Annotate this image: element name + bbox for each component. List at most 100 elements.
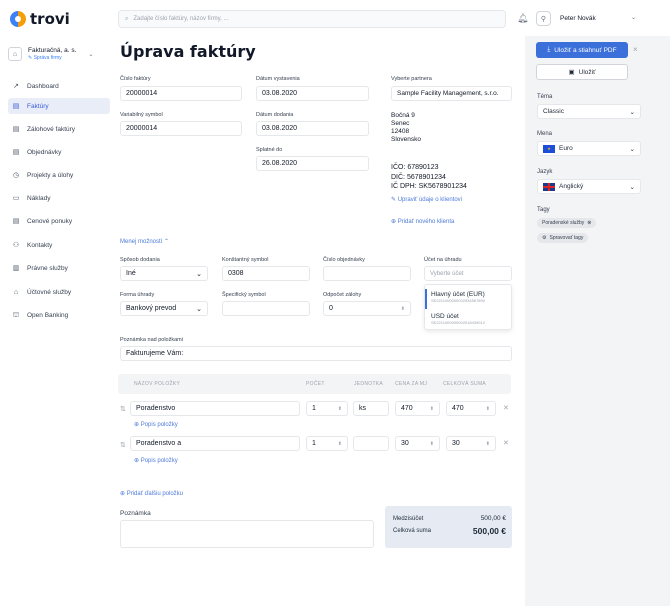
drag-handle-icon[interactable]: ⇅ <box>120 405 126 413</box>
drag-handle-icon[interactable]: ⇅ <box>120 441 126 449</box>
nav-icon: ▤ <box>12 149 20 156</box>
bell-icon[interactable]: 🔔︎ <box>517 13 528 24</box>
column-header: POČET <box>306 381 325 387</box>
stepper-icon[interactable]: ⬍ <box>338 441 342 447</box>
delivery-method-select[interactable]: Iné ⌄ <box>120 266 208 281</box>
item-price-stepper[interactable]: 470 ⬍ <box>395 401 440 416</box>
user-name[interactable]: Peter Novák <box>560 15 596 22</box>
save-download-pdf-button[interactable]: ⤓ Uložiť a stiahnuť PDF <box>536 42 628 58</box>
company-switcher[interactable]: ⌂ Fakturačná, a. s. ✎ Správa firmy ⌄ <box>8 42 108 66</box>
pencil-icon: ✎ <box>391 197 397 203</box>
sidebar-item-label: Právne služby <box>27 264 68 272</box>
stepper-icon[interactable]: ⬍ <box>430 441 434 447</box>
constant-symbol-field[interactable]: 0308 <box>222 266 310 281</box>
nav-icon: ▤ <box>12 218 20 225</box>
close-icon[interactable]: × <box>633 45 638 54</box>
currency-select[interactable]: ★ Euro ⌄ <box>537 141 641 156</box>
item-unit-field[interactable] <box>353 436 389 451</box>
sidebar-item-label: Faktúry <box>27 102 49 110</box>
nav-icon: ▥ <box>12 265 20 272</box>
bank-account-dropdown[interactable]: Hlavný účet (EUR) SK22110000000029345678… <box>424 284 512 330</box>
item-qty-stepper[interactable]: 1 ⬍ <box>306 436 348 451</box>
search-input[interactable]: ⌕ Zadajte číslo faktúry, názov firmy, ..… <box>118 10 506 28</box>
stepper-icon[interactable]: ⬍ <box>338 406 342 412</box>
sidebar-item-projekty-a-lohy[interactable]: ◷ Projekty a úlohy <box>8 167 110 183</box>
issue-date-field[interactable]: 03.08.2020 <box>256 86 369 101</box>
tag-chip[interactable]: Poradenské služby ⊗ <box>537 218 597 228</box>
app-name: trovi <box>30 10 70 28</box>
sidebar-item--tovn-slu-by[interactable]: ⌂ Účtovné služby <box>8 284 110 300</box>
items-table-header: NÁZOV POLOŽKY POČET JEDNOTKA CENA ZA MJ … <box>118 374 511 394</box>
total-label: Celková suma <box>393 528 432 534</box>
sidebar-item-n-klady[interactable]: ▭ Náklady <box>8 190 110 206</box>
item-total-stepper[interactable]: 470 ⬍ <box>446 401 496 416</box>
advance-label: Odpočet zálohy <box>323 292 362 298</box>
gear-icon: ⚙ <box>542 235 547 241</box>
close-icon[interactable]: ⊗ <box>587 220 591 226</box>
specific-symbol-field[interactable] <box>222 301 310 316</box>
variable-symbol-field[interactable]: 20000014 <box>120 121 242 136</box>
save-button[interactable]: ▣ Uložiť <box>536 64 628 80</box>
due-date-field[interactable]: 26.08.2020 <box>256 156 369 171</box>
theme-select[interactable]: Classic ⌄ <box>537 104 641 119</box>
item-price-stepper[interactable]: 30 ⬍ <box>395 436 440 451</box>
home-icon: ⌂ <box>8 47 22 61</box>
payment-method-select[interactable]: Bankový prevod ⌄ <box>120 301 208 316</box>
manage-tags-button[interactable]: ⚙ Spravovať tagy <box>537 233 589 243</box>
sidebar-item-dashboard[interactable]: ↗ Dashboard <box>8 78 110 94</box>
add-item-link[interactable]: ⊕ Pridať ďalšiu položku <box>120 490 183 497</box>
delivery-date-field[interactable]: 03.08.2020 <box>256 121 369 136</box>
nav-icon: ▤ <box>12 126 20 133</box>
sidebar-item-kontakty[interactable]: ⚇ Kontakty <box>8 237 110 253</box>
column-header: JEDNOTKA <box>354 381 384 387</box>
invoice-number-field[interactable]: 20000014 <box>120 86 242 101</box>
column-header: CENA ZA MJ <box>395 381 428 387</box>
column-header: NÁZOV POLOŽKY <box>134 381 181 387</box>
note-textarea[interactable] <box>120 520 374 548</box>
add-client-link[interactable]: ⊕ Pridať nového klienta <box>391 218 454 225</box>
sidebar-item-cenov-ponuky[interactable]: ▤ Cenové ponuky <box>8 213 110 229</box>
account-option[interactable]: Hlavný účet (EUR) SK22110000000029345678… <box>431 291 485 303</box>
sidebar-item-objedn-vky[interactable]: ▤ Objednávky <box>8 144 110 160</box>
less-options-toggle[interactable]: Menej možností ⌃ <box>120 238 169 245</box>
remove-item-icon[interactable]: ✕ <box>503 404 509 412</box>
issue-date-label: Dátum vystavenia <box>256 76 300 82</box>
remove-item-icon[interactable]: ✕ <box>503 439 509 447</box>
item-description-link[interactable]: ⊕ Popis položky <box>134 457 178 464</box>
avatar[interactable]: ⚲ <box>536 11 551 26</box>
advance-stepper[interactable]: 0 ⬍ <box>323 301 411 316</box>
note-above-field[interactable]: Fakturujeme Vám: <box>120 346 512 361</box>
item-qty-stepper[interactable]: 1 ⬍ <box>306 401 348 416</box>
item-description-link[interactable]: ⊕ Popis položky <box>134 421 178 428</box>
stepper-icon[interactable]: ⬍ <box>486 406 490 412</box>
chevron-down-icon[interactable]: ⌄ <box>631 14 636 21</box>
nav-icon: ▤ <box>12 103 20 110</box>
order-number-field[interactable] <box>323 266 411 281</box>
item-total-stepper[interactable]: 30 ⬍ <box>446 436 496 451</box>
sidebar-item-label: Projekty a úlohy <box>27 171 74 179</box>
subtotal-value: 500,00 € <box>480 515 506 522</box>
search-placeholder: Zadajte číslo faktúry, názov firmy, ... <box>133 16 229 22</box>
tags-label: Tagy <box>537 207 550 213</box>
item-name-field[interactable]: Poradenstvo a <box>130 436 300 451</box>
account-option[interactable]: USD účet SK2211000000002018439012 <box>431 313 485 325</box>
stepper-icon[interactable]: ⬍ <box>430 406 434 412</box>
manage-company-link[interactable]: ✎ Správa firmy <box>28 55 76 61</box>
sidebar-item-z-lohov-fakt-ry[interactable]: ▤ Zálohové faktúry <box>8 121 110 137</box>
language-select[interactable]: Anglický ⌄ <box>537 179 641 194</box>
app-logo[interactable]: trovi <box>10 10 70 28</box>
edit-client-link[interactable]: ✎ Upraviť údaje o klientovi <box>391 196 462 203</box>
sidebar-item-fakt-ry[interactable]: ▤ Faktúry <box>8 98 110 114</box>
item-unit-field[interactable]: ks <box>353 401 389 416</box>
sidebar-item-pr-vne-slu-by[interactable]: ▥ Právne služby <box>8 260 110 276</box>
partner-select[interactable]: Sample Facility Management, s.r.o. <box>391 86 512 101</box>
sidebar-item-label: Kontakty <box>27 241 53 249</box>
sidebar-item-open-banking[interactable]: ⛫ Open Banking <box>8 307 110 323</box>
stepper-icon[interactable]: ⬍ <box>401 306 405 312</box>
bank-account-select[interactable]: Vyberte účet <box>424 266 512 281</box>
specific-symbol-label: Špecifický symbol <box>222 292 266 298</box>
download-icon: ⤓ <box>547 46 551 53</box>
uk-flag-icon <box>543 182 555 191</box>
stepper-icon[interactable]: ⬍ <box>486 441 490 447</box>
item-name-field[interactable]: Poradenstvo <box>130 401 300 416</box>
